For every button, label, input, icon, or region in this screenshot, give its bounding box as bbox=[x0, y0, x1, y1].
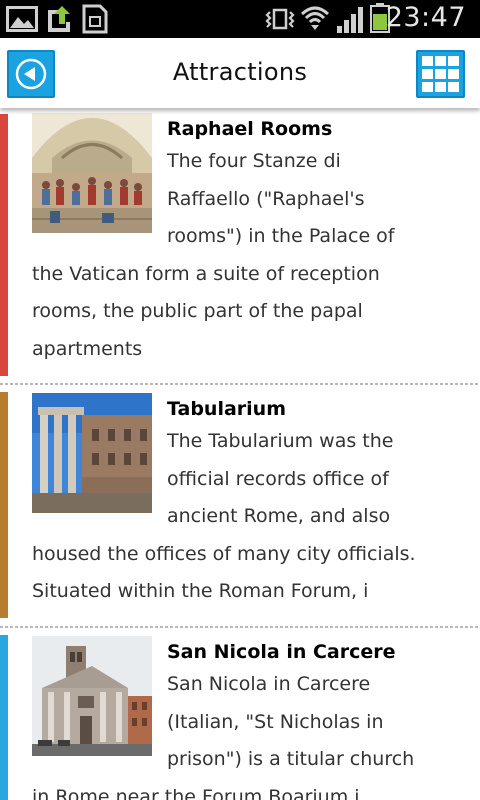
description-line: Raffaello ("Raphael's bbox=[167, 187, 365, 210]
wifi-icon bbox=[300, 6, 330, 30]
description-line: ancient Rome, and also bbox=[167, 505, 391, 528]
back-button[interactable] bbox=[7, 50, 55, 98]
list-item[interactable]: Tabularium The Tabularium was the offici… bbox=[0, 388, 480, 626]
action-bar: Attractions bbox=[0, 38, 480, 108]
status-bar: 23:47 bbox=[0, 0, 480, 38]
item-description: The Tabularium was the official records … bbox=[32, 430, 472, 618]
description-line: official records office of bbox=[167, 467, 389, 490]
gallery-icon bbox=[6, 6, 38, 32]
grid-icon bbox=[422, 56, 459, 92]
description-line: Situated within the Roman Forum, i bbox=[32, 580, 369, 603]
description-line: housed the offices of many city official… bbox=[32, 542, 416, 565]
sd-card-icon bbox=[82, 4, 108, 34]
item-title: Tabularium bbox=[167, 398, 287, 420]
description-line: apartments bbox=[32, 337, 143, 360]
grid-view-button[interactable] bbox=[416, 50, 465, 98]
back-arrow-icon bbox=[15, 58, 47, 90]
vibrate-icon bbox=[265, 8, 295, 30]
list-divider bbox=[0, 625, 480, 628]
description-line: (Italian, "St Nicholas in bbox=[167, 710, 384, 733]
status-time: 23:47 bbox=[385, 2, 466, 33]
item-title: Raphael Rooms bbox=[167, 118, 333, 140]
item-description: The four Stanze di Raffaello ("Raphael's… bbox=[32, 150, 472, 376]
item-description: San Nicola in Carcere (Italian, "St Nich… bbox=[32, 673, 472, 800]
description-line: in Rome near the Forum Boarium i bbox=[32, 785, 360, 800]
category-color-bar bbox=[0, 635, 8, 800]
page-title: Attractions bbox=[172, 58, 308, 86]
description-line: The Tabularium was the bbox=[167, 430, 394, 452]
list-item[interactable]: San Nicola in Carcere San Nicola in Carc… bbox=[0, 631, 480, 800]
description-line: The four Stanze di bbox=[167, 150, 341, 172]
list-item[interactable]: Raphael Rooms The four Stanze di Raffael… bbox=[0, 108, 480, 380]
item-title: San Nicola in Carcere bbox=[167, 641, 396, 663]
description-line: rooms") in the Palace of bbox=[167, 225, 395, 248]
description-line: the Vatican form a suite of reception bbox=[32, 262, 380, 285]
category-color-bar bbox=[0, 392, 8, 618]
category-color-bar bbox=[0, 114, 8, 376]
description-line: prison") is a titular church bbox=[167, 748, 415, 771]
upload-icon bbox=[48, 6, 70, 32]
list-divider bbox=[0, 382, 480, 385]
description-line: San Nicola in Carcere bbox=[167, 673, 371, 695]
signal-icon bbox=[337, 7, 363, 33]
description-line: rooms, the public part of the papal bbox=[32, 300, 363, 323]
